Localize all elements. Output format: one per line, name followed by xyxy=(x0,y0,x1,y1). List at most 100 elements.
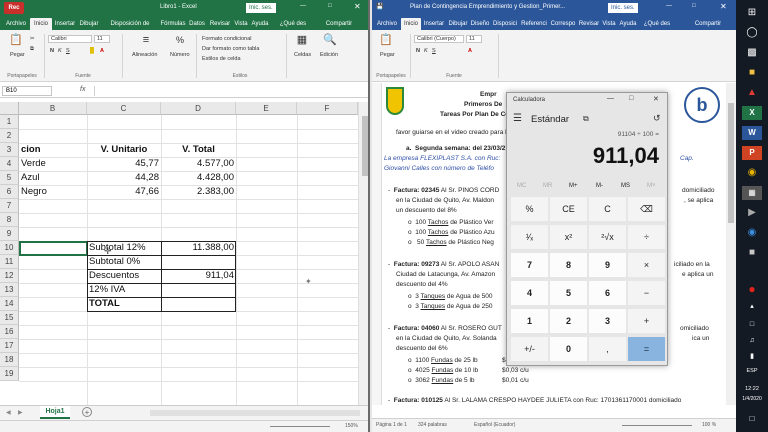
paste-icon[interactable]: 📋 xyxy=(8,34,24,46)
column-header-f[interactable]: F xyxy=(297,102,358,115)
save-icon[interactable]: 💾 xyxy=(376,3,383,10)
row-header-5[interactable]: 5 xyxy=(0,171,19,185)
clock-time[interactable]: 12:22 xyxy=(736,386,768,392)
row-header-14[interactable]: 14 xyxy=(0,297,19,311)
calc-key-square-root[interactable]: ²√x xyxy=(589,225,626,249)
vertical-scrollbar[interactable] xyxy=(726,83,736,405)
number-icon[interactable]: % xyxy=(172,34,188,46)
calc-key-digit-4[interactable]: 4 xyxy=(511,281,548,305)
calc-key-subtract[interactable]: − xyxy=(628,281,665,305)
column-header-e[interactable]: E xyxy=(236,102,297,115)
row-header-13[interactable]: 13 xyxy=(0,283,19,297)
keyboard-language[interactable]: ESP xyxy=(736,368,768,374)
memory-list-button[interactable]: M˅ xyxy=(647,183,656,189)
memory-subtract-button[interactable]: M- xyxy=(596,183,603,189)
fill-color-icon[interactable]: █ xyxy=(90,48,94,54)
notifications-icon[interactable]: □ xyxy=(742,412,762,426)
calc-key-clear-entry[interactable]: CE xyxy=(550,197,587,221)
calc-key-digit-0[interactable]: 0 xyxy=(550,337,587,361)
row-header-11[interactable]: 11 xyxy=(0,255,19,269)
calculator-icon[interactable]: ▦ xyxy=(742,186,762,200)
calc-key-digit-1[interactable]: 1 xyxy=(511,309,548,333)
paste-icon[interactable]: 📋 xyxy=(378,34,394,46)
align-label[interactable]: Alineación xyxy=(132,52,157,58)
row-header-12[interactable]: 12 xyxy=(0,269,19,283)
tab-disposicion[interactable]: Disposición de página xyxy=(101,18,159,39)
bold-icon[interactable]: N xyxy=(50,48,54,54)
calc-key-digit-8[interactable]: 8 xyxy=(550,253,587,277)
share-button[interactable]: Compartir xyxy=(318,18,360,30)
row-header-16[interactable]: 16 xyxy=(0,325,19,339)
row-header-10[interactable]: 10 xyxy=(0,241,19,255)
tab-archivo[interactable]: Archivo xyxy=(374,18,400,30)
editing-icon[interactable]: 🔍 xyxy=(322,34,338,46)
tell-me-search[interactable]: ¿Qué des xyxy=(640,18,674,30)
share-button[interactable]: Compartir xyxy=(686,18,730,30)
calc-key-reciprocal[interactable]: ¹⁄ₓ xyxy=(511,225,548,249)
hamburger-menu-icon[interactable]: ☰ xyxy=(513,113,522,124)
zoom-slider[interactable] xyxy=(270,426,330,427)
cell-c5[interactable]: 44,28 xyxy=(87,171,161,185)
cell-b4[interactable]: Verde xyxy=(19,157,87,171)
calc-key-equals[interactable]: = xyxy=(628,337,665,361)
folder-icon[interactable]: ■ xyxy=(742,246,762,260)
edge-icon[interactable]: ◉ xyxy=(742,226,762,240)
calc-key-digit-2[interactable]: 2 xyxy=(550,309,587,333)
network-icon[interactable]: □ xyxy=(742,318,762,332)
name-box[interactable]: B10 xyxy=(2,86,52,96)
tab-inicio[interactable]: Inicio xyxy=(401,18,421,30)
copy-icon[interactable]: ⧉ xyxy=(30,46,34,53)
calc-key-negate[interactable]: +/- xyxy=(511,337,548,361)
paste-label[interactable]: Pegar xyxy=(380,52,395,58)
minimize-icon[interactable]: — xyxy=(300,3,306,9)
sheet-tab-hoja1[interactable]: Hoja1 xyxy=(40,406,70,419)
memory-clear-button[interactable]: MC xyxy=(517,183,526,189)
tab-revisar[interactable]: Revisar xyxy=(208,18,232,30)
tab-correspondencia[interactable]: Correspo xyxy=(549,18,577,30)
tab-ayuda[interactable]: Ayuda xyxy=(250,18,270,30)
record-icon[interactable]: ● xyxy=(742,282,762,296)
zoom-level[interactable]: 150% xyxy=(345,423,358,429)
row-header-17[interactable]: 17 xyxy=(0,339,19,353)
calc-key-multiply[interactable]: × xyxy=(628,253,665,277)
zoom-slider[interactable] xyxy=(622,425,692,426)
cell-b3[interactable]: cion xyxy=(19,143,87,157)
status-words[interactable]: 324 palabras xyxy=(418,422,447,428)
close-icon[interactable]: ✕ xyxy=(354,2,361,11)
column-header-c[interactable]: C xyxy=(87,102,161,115)
restore-icon[interactable]: □ xyxy=(328,3,332,9)
start-icon[interactable]: ⊞ xyxy=(742,6,762,20)
cell-c12[interactable]: Descuentos xyxy=(87,269,161,283)
calc-key-digit-7[interactable]: 7 xyxy=(511,253,548,277)
font-name-select[interactable]: Calibri xyxy=(48,35,92,43)
powerpoint-icon[interactable]: P xyxy=(742,146,762,160)
cut-icon[interactable]: ✂ xyxy=(30,36,35,42)
minimize-icon[interactable]: — xyxy=(607,95,614,102)
cells-label[interactable]: Celdas xyxy=(294,52,311,58)
cell-d6[interactable]: 2.383,00 xyxy=(161,185,236,199)
number-label[interactable]: Número xyxy=(170,52,190,58)
selected-cell-b10[interactable] xyxy=(19,241,88,256)
column-header-b[interactable]: B xyxy=(19,102,87,115)
horizontal-scrollbar[interactable] xyxy=(150,410,360,416)
calc-key-add[interactable]: + xyxy=(628,309,665,333)
tab-archivo[interactable]: Archivo xyxy=(2,18,30,30)
excel-icon[interactable]: X xyxy=(742,106,762,120)
restore-icon[interactable]: □ xyxy=(629,95,633,102)
add-sheet-icon[interactable]: + xyxy=(82,407,92,417)
pdf-icon[interactable]: ▲ xyxy=(742,86,762,100)
cell-d3[interactable]: V. Total xyxy=(161,143,236,157)
conditional-format-button[interactable]: Formato condicional xyxy=(202,36,252,42)
close-icon[interactable]: ✕ xyxy=(720,2,727,11)
row-header-9[interactable]: 9 xyxy=(0,227,19,241)
memory-add-button[interactable]: M+ xyxy=(569,183,578,189)
align-icon[interactable]: ≡ xyxy=(138,34,154,46)
cell-c6[interactable]: 47,66 xyxy=(87,185,161,199)
tab-dibujar[interactable]: Dibujar xyxy=(78,18,100,30)
word-icon[interactable]: W xyxy=(742,126,762,140)
volume-icon[interactable]: ♫ xyxy=(742,334,762,348)
row-header-7[interactable]: 7 xyxy=(0,199,19,213)
formula-input[interactable] xyxy=(94,86,364,96)
tab-diseno[interactable]: Diseño xyxy=(470,18,490,30)
tab-vista[interactable]: Vista xyxy=(601,18,617,30)
